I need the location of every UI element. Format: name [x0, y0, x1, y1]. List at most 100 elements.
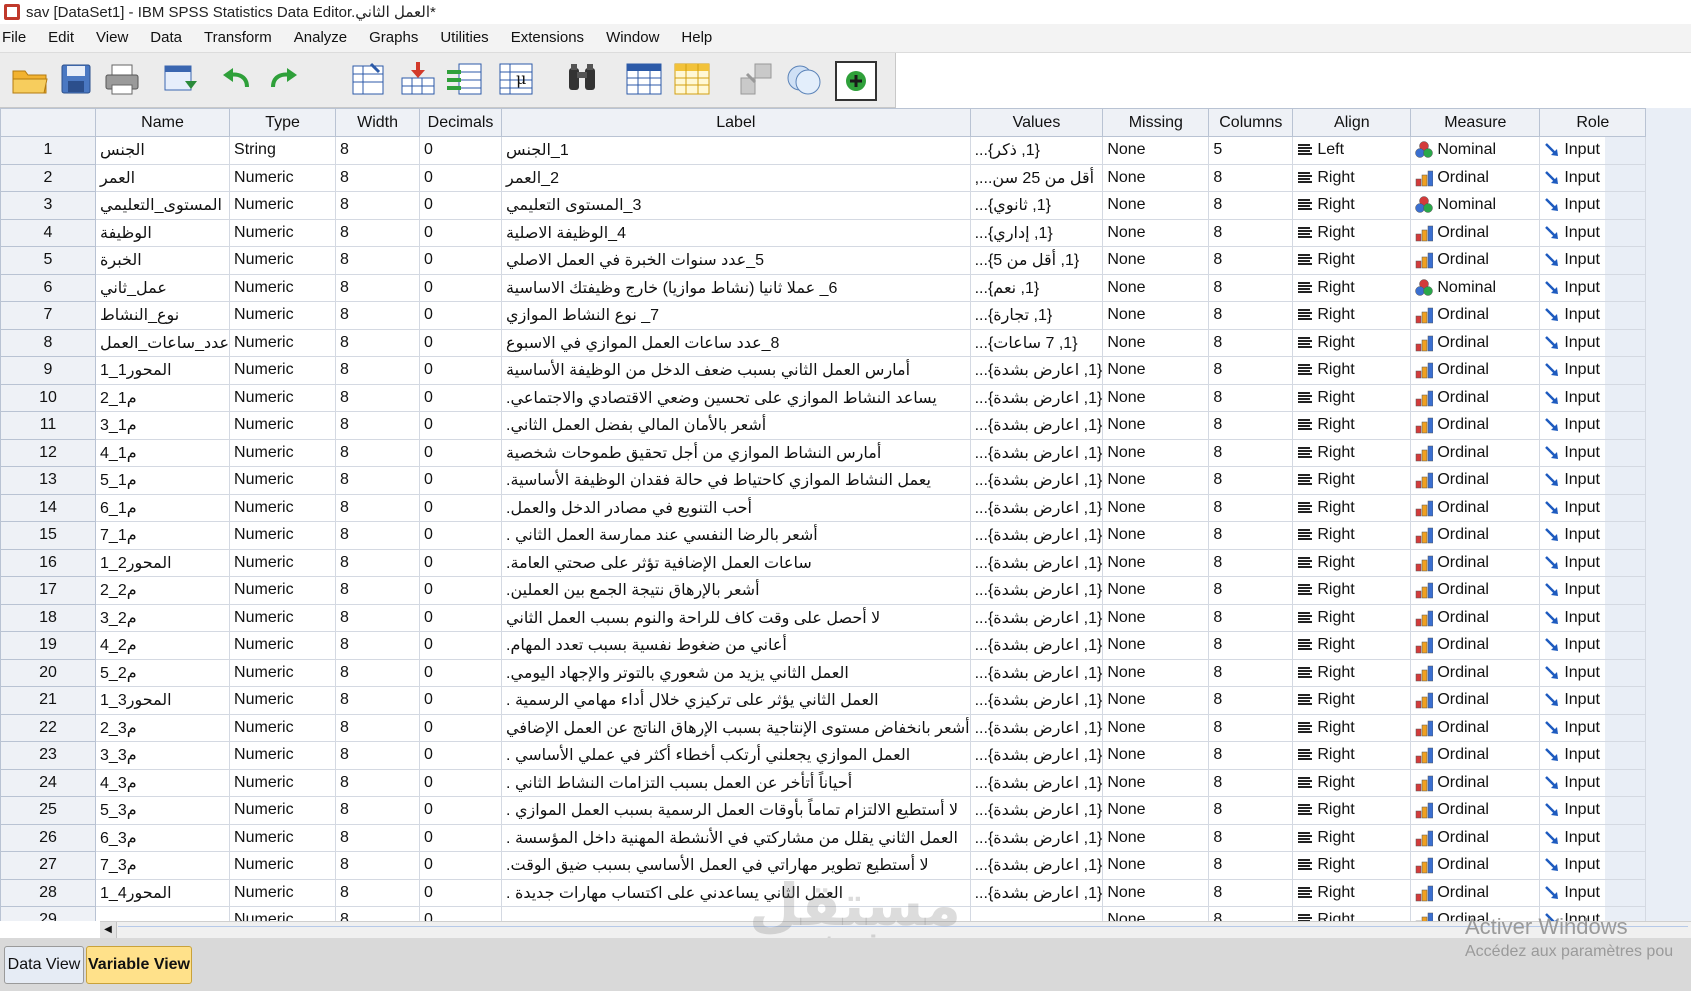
cell-label[interactable]: يعمل النشاط الموازي كاحتياط في حالة فقدا… [501, 466, 971, 495]
cell-columns[interactable]: 8 [1208, 218, 1294, 247]
row-number[interactable]: 16 [0, 548, 96, 577]
scroll-track[interactable] [118, 926, 1688, 927]
cell-label[interactable]: أشعر بالأمان المالي بفضل العمل الثاني. [501, 411, 971, 440]
row-number[interactable]: 24 [0, 768, 96, 797]
menu-graphs[interactable]: Graphs [358, 24, 429, 52]
cell-measure[interactable]: Ordinal [1410, 851, 1541, 880]
cell-label[interactable]: أشعر بانخفاض مستوى الإنتاجية بسبب الإرها… [501, 713, 971, 742]
menu-utilities[interactable]: Utilities [429, 24, 499, 52]
cell-values[interactable]: {1, ثانوي}... [969, 191, 1104, 220]
cell-columns[interactable]: 8 [1208, 356, 1294, 385]
cell-role[interactable]: Input [1539, 741, 1647, 770]
cell-decimals[interactable]: 0 [419, 521, 503, 550]
cell-measure[interactable]: Ordinal [1410, 906, 1541, 921]
cell-width[interactable]: 8 [335, 851, 421, 880]
cell-type[interactable]: Numeric [229, 493, 337, 522]
cell-measure[interactable]: Ordinal [1410, 301, 1541, 330]
cell-align[interactable]: Right [1292, 438, 1412, 467]
column-header-role[interactable]: Role [1539, 108, 1647, 137]
cell-type[interactable]: Numeric [229, 218, 337, 247]
cell-align[interactable]: Right [1292, 713, 1412, 742]
cell-role[interactable]: Input [1539, 411, 1647, 440]
cell-align[interactable]: Right [1292, 191, 1412, 220]
cell-type[interactable]: Numeric [229, 328, 337, 357]
cell-measure[interactable]: Nominal [1410, 191, 1541, 220]
variables-icon[interactable] [443, 59, 487, 99]
cell-name[interactable]: م2_3 [94, 603, 231, 632]
cell-values[interactable]: {1, اعارض بشدة}... [969, 548, 1104, 577]
cell-measure[interactable]: Ordinal [1410, 768, 1541, 797]
cell-missing[interactable]: None [1102, 218, 1210, 247]
cell-missing[interactable]: None [1102, 768, 1210, 797]
cell-type[interactable]: Numeric [229, 191, 337, 220]
cell-label[interactable]: أحياناً أتأخر عن العمل بسبب التزامات الن… [501, 768, 971, 797]
cell-decimals[interactable]: 0 [419, 631, 503, 660]
tab-data-view[interactable]: Data View [4, 946, 84, 984]
cell-role[interactable]: Input [1539, 383, 1647, 412]
cell-missing[interactable]: None [1102, 411, 1210, 440]
cell-measure[interactable]: Ordinal [1410, 521, 1541, 550]
cell-decimals[interactable]: 0 [419, 878, 503, 907]
cell-width[interactable]: 8 [335, 768, 421, 797]
cell-name[interactable]: المحور4_1 [94, 878, 231, 907]
cell-decimals[interactable]: 0 [419, 906, 503, 921]
weight-cases-icon[interactable] [782, 59, 826, 99]
cell-align[interactable]: Right [1292, 576, 1412, 605]
cell-columns[interactable]: 8 [1208, 548, 1294, 577]
cell-type[interactable]: Numeric [229, 356, 337, 385]
cell-name[interactable]: م3_7 [94, 851, 231, 880]
cell-width[interactable]: 8 [335, 521, 421, 550]
row-number[interactable]: 8 [0, 328, 96, 357]
cell-role[interactable]: Input [1539, 548, 1647, 577]
cell-name[interactable]: م2_5 [94, 658, 231, 687]
cell-type[interactable]: Numeric [229, 741, 337, 770]
recall-dialog-icon[interactable] [158, 59, 202, 99]
cell-columns[interactable]: 8 [1208, 603, 1294, 632]
cell-missing[interactable]: None [1102, 493, 1210, 522]
cell-columns[interactable]: 8 [1208, 328, 1294, 357]
cell-label[interactable]: أمارس النشاط الموازي من أجل تحقيق طموحات… [501, 438, 971, 467]
cell-width[interactable]: 8 [335, 383, 421, 412]
cell-type[interactable]: Numeric [229, 383, 337, 412]
cell-label[interactable] [501, 906, 971, 921]
row-number[interactable]: 15 [0, 521, 96, 550]
cell-label[interactable]: 2_العمر [501, 163, 971, 192]
cell-columns[interactable]: 8 [1208, 383, 1294, 412]
cell-measure[interactable]: Ordinal [1410, 603, 1541, 632]
cell-missing[interactable]: None [1102, 328, 1210, 357]
row-number[interactable]: 23 [0, 741, 96, 770]
row-number[interactable]: 19 [0, 631, 96, 660]
cell-role[interactable]: Input [1539, 163, 1647, 192]
cell-name[interactable]: المحور2_1 [94, 548, 231, 577]
cell-type[interactable]: Numeric [229, 906, 337, 921]
cell-type[interactable]: Numeric [229, 273, 337, 302]
cell-align[interactable]: Right [1292, 466, 1412, 495]
row-number[interactable]: 7 [0, 301, 96, 330]
cell-width[interactable]: 8 [335, 328, 421, 357]
cell-missing[interactable]: None [1102, 548, 1210, 577]
cell-decimals[interactable]: 0 [419, 713, 503, 742]
cell-columns[interactable]: 8 [1208, 466, 1294, 495]
menu-edit[interactable]: Edit [37, 24, 85, 52]
row-number[interactable]: 21 [0, 686, 96, 715]
cell-measure[interactable]: Ordinal [1410, 796, 1541, 825]
cell-width[interactable]: 8 [335, 356, 421, 385]
cell-align[interactable]: Right [1292, 163, 1412, 192]
cell-values[interactable]: {1, اعارض بشدة}... [969, 741, 1104, 770]
cell-name[interactable]: م3_6 [94, 823, 231, 852]
insert-variable-icon[interactable] [670, 59, 714, 99]
cell-columns[interactable]: 8 [1208, 823, 1294, 852]
cell-align[interactable]: Right [1292, 521, 1412, 550]
cell-decimals[interactable]: 0 [419, 328, 503, 357]
cell-width[interactable]: 8 [335, 163, 421, 192]
cell-width[interactable]: 8 [335, 741, 421, 770]
cell-width[interactable]: 8 [335, 576, 421, 605]
cell-width[interactable]: 8 [335, 136, 421, 165]
cell-missing[interactable]: None [1102, 191, 1210, 220]
cell-missing[interactable]: None [1102, 686, 1210, 715]
column-header-width[interactable]: Width [335, 108, 421, 137]
cell-width[interactable]: 8 [335, 411, 421, 440]
cell-columns[interactable]: 8 [1208, 273, 1294, 302]
cell-decimals[interactable]: 0 [419, 466, 503, 495]
cell-values[interactable]: {1, اعارض بشدة}... [969, 658, 1104, 687]
